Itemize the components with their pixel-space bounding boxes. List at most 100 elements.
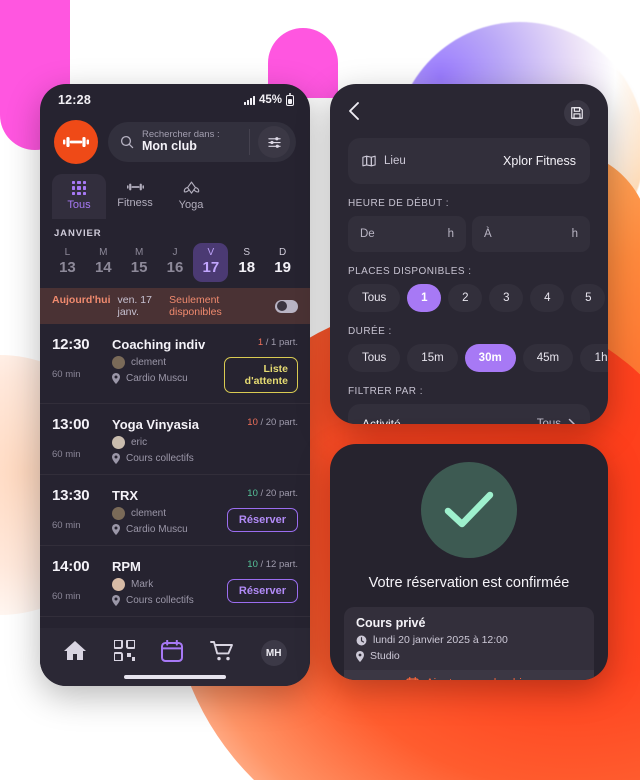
confirmation-inner: Votre réservation est confirmée [330,444,608,591]
class-list[interactable]: 12:30 60 min Coaching indiv clement Card… [40,324,310,679]
grid-icon [71,181,87,196]
waitlist-button[interactable]: Liste d'attente [224,357,298,394]
class-actions: 10 / 12 part. Réserver [224,558,298,606]
day-number: 14 [94,259,112,277]
class-time: 13:30 [52,487,90,505]
time-from-input[interactable]: De h [348,216,466,252]
duration-chip-30m[interactable]: 30m [464,344,516,372]
class-row[interactable]: 13:30 60 min TRX clement Cardio Muscu 10 [40,475,310,547]
calendar-day[interactable]: S 18 [229,243,264,282]
tab-yoga[interactable]: Yoga [164,174,218,219]
duration-chip-row[interactable]: Tous 15m 30m 45m 1h 2h [330,344,608,372]
places-chip-5[interactable]: 5 [571,284,606,312]
class-actions: 10 / 20 part. [224,416,298,464]
seats-total: / 20 part. [260,417,299,429]
places-chip-4[interactable]: 4 [530,284,565,312]
class-title: RPM [112,559,141,575]
start-time-section-label: HEURE DE DÉBUT : [348,198,449,209]
coach-name: eric [131,437,148,449]
calendar-day[interactable]: L 13 [50,243,85,282]
filter-activity-label: Activité [362,417,401,424]
duration-chip-tous[interactable]: Tous [348,344,401,372]
place-row[interactable]: Lieu Xplor Fitness [348,138,590,184]
class-room-line: Cours collectifs [112,453,224,465]
nav-cart-button[interactable] [210,640,234,667]
tab-tous-label: Tous [67,199,91,212]
add-to-calendar-label: Ajouter au calendrier [426,678,532,681]
class-room: Cours collectifs [126,595,194,607]
class-title: Coaching indiv [112,337,206,353]
class-time: 12:30 [52,336,90,354]
seats-taken: 10 [247,417,258,429]
duration-chip-45m[interactable]: 45m [522,344,574,372]
dumbbell-logo-icon[interactable] [54,120,98,164]
places-chip-tous[interactable]: Tous [348,284,401,312]
book-button[interactable]: Réserver [226,579,298,604]
class-room: Cardio Muscu [126,524,188,536]
add-to-calendar-button[interactable]: Ajouter au calendrier [344,670,594,680]
battery-percent-label: 45% [258,94,282,106]
day-of-week: M [134,247,144,259]
day-number: 19 [274,259,291,277]
booking-name: Cours privé [356,616,426,630]
class-row[interactable]: 13:00 60 min Yoga Vinyasia eric Cours co… [40,404,310,476]
time-to-input[interactable]: À h [472,216,590,252]
check-mark-icon [421,462,517,558]
nav-home-button[interactable] [63,640,87,667]
day-number: 16 [166,259,184,277]
sliders-icon[interactable] [258,126,290,158]
filter-activity-value-wrap: Tous [537,418,576,424]
class-duration: 60 min [52,449,81,461]
coach-name: clement [131,508,167,520]
dumbbell-icon [126,183,144,191]
tab-fitness[interactable]: Fitness [108,174,162,219]
calendar-day-selected[interactable]: V 17 [193,243,229,283]
calendar-day[interactable]: D 19 [265,243,300,282]
status-bar-clock: 12:28 [58,93,91,107]
places-chip-2[interactable]: 2 [448,284,483,312]
class-info: Yoga Vinyasia eric Cours collectifs [112,416,224,465]
class-time-block: 14:00 60 min [52,558,112,606]
class-time-block: 12:30 60 min [52,336,112,393]
places-section-label: PLACES DISPONIBLES : [348,266,472,277]
class-row[interactable]: 14:00 60 min RPM Mark Cours collectifs 1 [40,546,310,618]
nav-qrcode-button[interactable] [112,639,136,666]
day-of-week: S [243,247,251,259]
booking-card: Cours privé lundi 20 janvier 2025 à 12:0… [344,607,594,680]
class-time: 14:00 [52,558,90,576]
booking-datetime-line: lundi 20 janvier 2025 à 12:00 [356,634,582,646]
duration-chip-1h[interactable]: 1h [580,344,608,372]
search-input[interactable]: Rechercher dans : Mon club [108,122,296,162]
day-of-week: L [64,247,71,259]
class-coach-line: Mark [112,578,224,592]
class-info: TRX clement Cardio Muscu [112,487,224,536]
today-bar: Aujourd'hui ven. 17 janv. Seulement disp… [40,288,310,325]
save-disk-icon[interactable] [564,100,590,126]
today-date-label: ven. 17 janv. [117,294,152,319]
availability-filter[interactable]: Seulement disponibles [169,294,298,318]
calendar-day[interactable]: J 16 [158,243,193,282]
chevron-left-icon[interactable] [348,101,360,126]
class-row[interactable]: 12:30 60 min Coaching indiv clement Card… [40,324,310,405]
day-of-week: J [172,247,178,259]
calendar-day[interactable]: M 15 [122,243,157,282]
availability-filter-label: Seulement disponibles [169,294,222,319]
status-bar: 12:28 45% [40,84,310,116]
nav-avatar[interactable]: MH [260,640,287,666]
place-label-wrap: Lieu [362,155,406,167]
filter-activity-row[interactable]: Activité Tous [348,404,590,424]
book-button[interactable]: Réserver [226,508,298,533]
availability-toggle[interactable] [275,299,298,313]
pin-icon [356,650,364,662]
confirmation-panel: Votre réservation est confirmée Cours pr… [330,444,608,680]
places-chip-1[interactable]: 1 [407,284,442,312]
calendar-day[interactable]: M 14 [86,243,121,282]
class-room-line: Cardio Muscu [112,524,224,536]
tab-tous[interactable]: Tous [52,174,106,220]
places-chip-row[interactable]: Tous 1 2 3 4 5 6 [330,284,608,312]
calendar-month-label: JANVIER [54,228,102,240]
duration-chip-15m[interactable]: 15m [407,344,458,372]
nav-calendar-button[interactable] [161,639,184,667]
places-chip-3[interactable]: 3 [489,284,524,312]
left-phone-screen: 12:28 45% Rechercher dans: Mon club Tou… [40,84,310,686]
